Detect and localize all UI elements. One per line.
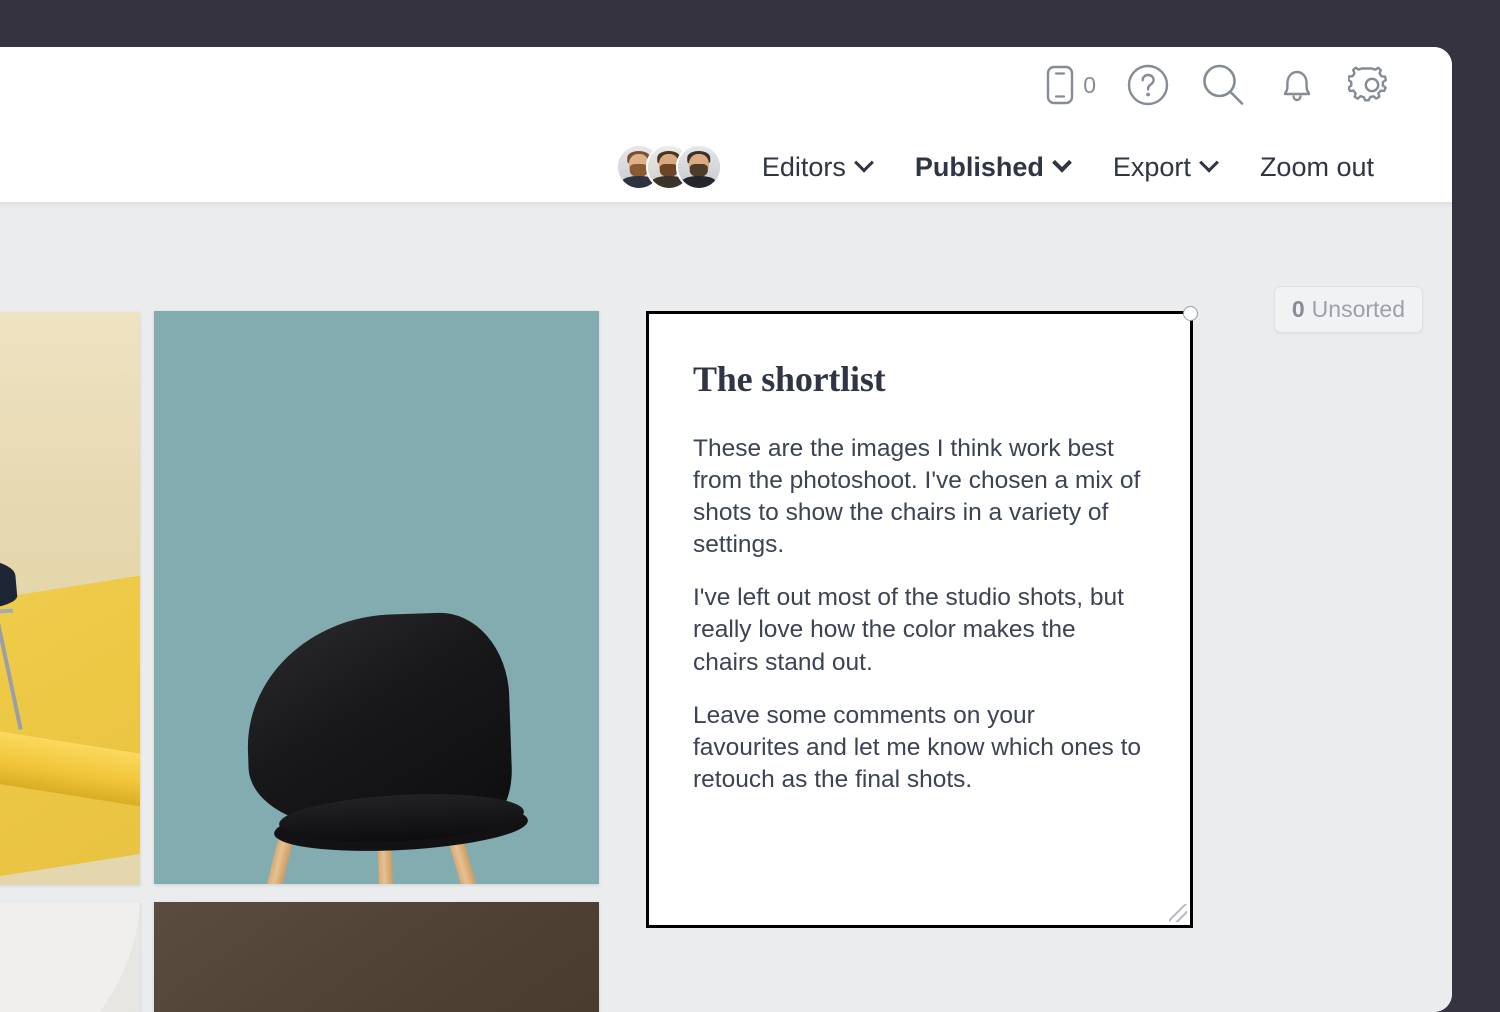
settings-gear-icon xyxy=(1348,61,1396,109)
header-icon-row: 0 xyxy=(1046,61,1396,109)
text-card-body: The shortlist These are the images I thi… xyxy=(649,314,1190,796)
chevron-down-icon xyxy=(1199,153,1219,173)
export-dropdown[interactable]: Export xyxy=(1091,146,1238,189)
published-label: Published xyxy=(915,152,1044,183)
card-resize-grip[interactable] xyxy=(1169,904,1187,922)
mobile-preview-count: 0 xyxy=(1083,74,1096,97)
text-card-heading: The shortlist xyxy=(693,358,1144,400)
app-header: 0 xyxy=(0,47,1452,202)
mobile-preview-icon xyxy=(1046,65,1074,105)
chevron-down-icon xyxy=(1052,153,1072,173)
desktop-backdrop: 0 xyxy=(0,0,1500,1000)
unsorted-label: Unsorted xyxy=(1312,296,1405,323)
editor-avatars[interactable] xyxy=(616,144,722,190)
editors-dropdown[interactable]: Editors xyxy=(740,146,893,189)
text-card[interactable]: The shortlist These are the images I thi… xyxy=(646,311,1193,928)
notifications-button[interactable] xyxy=(1276,63,1318,107)
header-actions: Editors Published Export Zoom out xyxy=(616,144,1452,190)
board-canvas[interactable]: 0 Unsorted xyxy=(0,202,1452,1012)
search-icon xyxy=(1200,62,1246,108)
zoom-out-button[interactable]: Zoom out xyxy=(1238,146,1396,189)
photo-backdrop-curve xyxy=(0,902,140,1012)
title-row: eet xyxy=(0,133,1452,201)
card-rotate-handle[interactable] xyxy=(1183,306,1198,321)
zoom-out-label: Zoom out xyxy=(1260,152,1374,183)
export-label: Export xyxy=(1113,152,1191,183)
text-card-paragraph: These are the images I think work best f… xyxy=(693,433,1144,561)
mobile-preview-button[interactable]: 0 xyxy=(1046,65,1096,105)
avatar-image xyxy=(678,146,720,188)
chevron-down-icon xyxy=(854,153,874,173)
photo-black-chair-teal[interactable] xyxy=(154,311,599,884)
unsorted-badge[interactable]: 0 Unsorted xyxy=(1274,286,1423,333)
help-icon xyxy=(1126,63,1170,107)
avatar[interactable] xyxy=(676,144,722,190)
editors-label: Editors xyxy=(762,152,846,183)
notifications-icon xyxy=(1276,63,1318,107)
settings-button[interactable] xyxy=(1348,61,1396,109)
photo-navy-chair-yellow-floor[interactable] xyxy=(0,312,140,885)
published-dropdown[interactable]: Published xyxy=(893,146,1091,189)
photo-offwhite[interactable] xyxy=(0,902,140,1012)
photo-wall xyxy=(154,902,599,1012)
text-card-paragraph: I've left out most of the studio shots, … xyxy=(693,582,1144,678)
app-window: 0 xyxy=(0,47,1452,1012)
photo-orange-chair-brown[interactable] xyxy=(154,902,599,1012)
search-button[interactable] xyxy=(1200,62,1246,108)
unsorted-count: 0 xyxy=(1292,296,1305,323)
text-card-paragraph: Leave some comments on your favourites a… xyxy=(693,700,1144,796)
help-button[interactable] xyxy=(1126,63,1170,107)
